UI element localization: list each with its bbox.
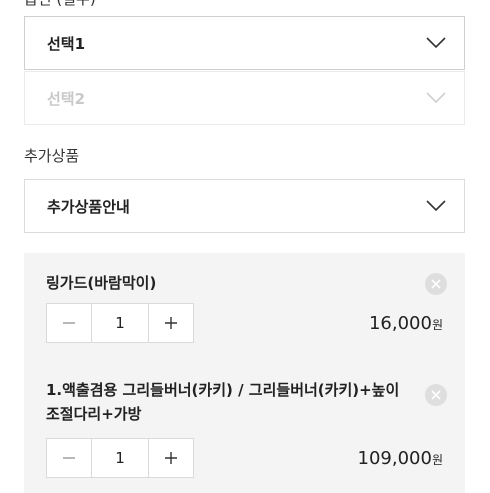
close-icon[interactable]: [425, 384, 447, 406]
selected-items-panel: 링가드(바람막이) 1 16,000원 1.액출겸용 그리들버너(카키) / 그…: [24, 253, 465, 493]
quantity-value[interactable]: 1: [91, 439, 149, 477]
option-section-label: 옵션 (필수): [24, 0, 96, 9]
addon-select-label: 추가상품안내: [47, 197, 130, 216]
cart-item-name: 링가드(바람막이): [46, 274, 157, 292]
item-price: 16,000원: [369, 313, 443, 334]
option-select-1[interactable]: 선택1: [24, 16, 465, 70]
close-icon[interactable]: [425, 273, 447, 295]
chevron-down-icon: [426, 200, 446, 212]
option-select-1-label: 선택1: [47, 34, 86, 53]
price-unit: 원: [431, 453, 443, 467]
option-select-2-label: 선택2: [47, 89, 86, 108]
item-price: 109,000원: [358, 448, 443, 469]
item-price-value: 109,000: [357, 448, 432, 469]
minus-icon[interactable]: [47, 439, 91, 477]
cart-item-name: 1.액출겸용 그리들버너(카키) / 그리들버너(카키)+높이조절다리+가방: [46, 381, 400, 423]
item-price-value: 16,000: [368, 313, 432, 334]
quantity-stepper: 1: [46, 438, 194, 478]
option-select-2[interactable]: 선택2: [24, 71, 465, 125]
price-unit: 원: [431, 318, 443, 332]
chevron-down-icon: [426, 37, 446, 49]
quantity-stepper: 1: [46, 303, 194, 343]
chevron-down-icon: [426, 92, 446, 104]
addon-select[interactable]: 추가상품안내: [24, 179, 465, 233]
plus-icon[interactable]: [149, 304, 193, 342]
minus-icon[interactable]: [47, 304, 91, 342]
quantity-value[interactable]: 1: [91, 304, 149, 342]
addon-section-label: 추가상품: [24, 147, 80, 165]
plus-icon[interactable]: [149, 439, 193, 477]
